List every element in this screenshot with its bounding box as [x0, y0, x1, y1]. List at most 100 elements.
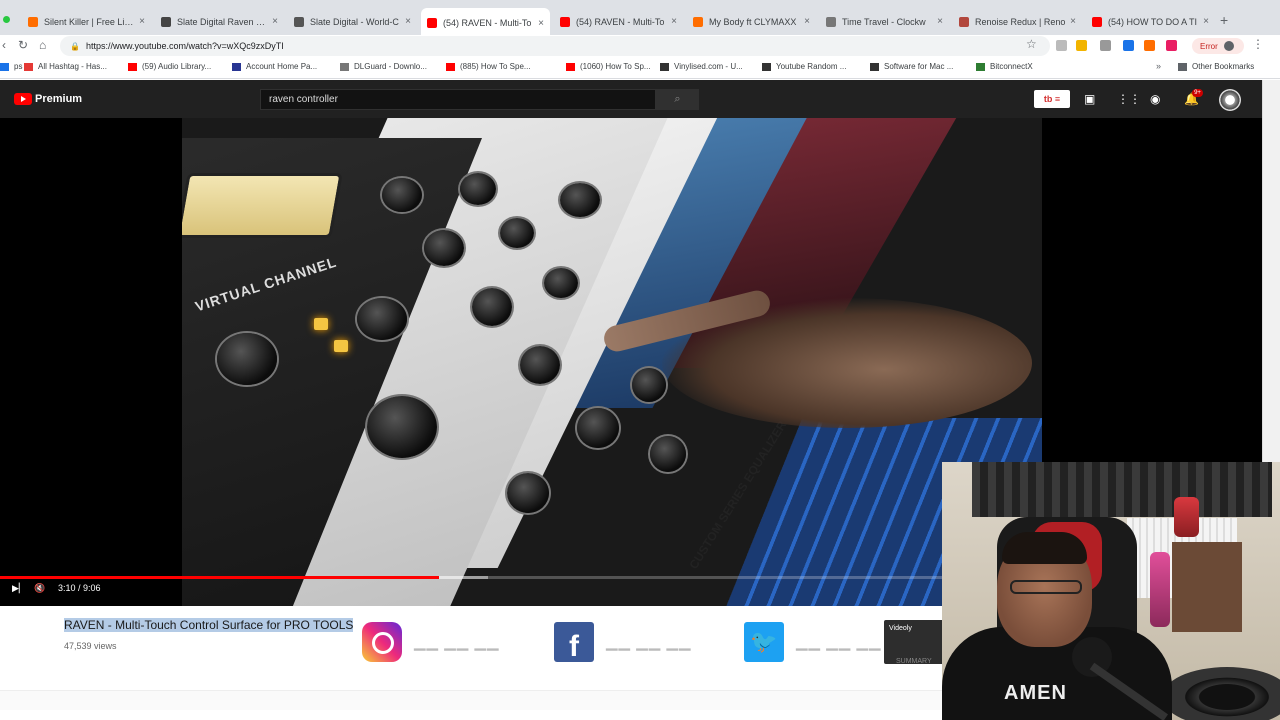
tab-close-icon[interactable]: ×	[671, 16, 677, 27]
back-icon[interactable]: ‹	[2, 38, 6, 52]
bookmark-star-icon[interactable]: ☆	[1026, 37, 1037, 51]
bookmark-item[interactable]: All Hashtag - Has...	[24, 62, 107, 71]
view-count: 47,539 views	[64, 641, 117, 651]
facebook-handle: ▁▁ ▁▁ ▁▁	[606, 634, 692, 651]
youtube-logo[interactable]: Premium	[14, 93, 82, 105]
twitter-icon: 🐦	[744, 622, 784, 662]
shelf	[1172, 542, 1242, 632]
tab-close-icon[interactable]: ×	[1203, 16, 1209, 27]
tab-close-icon[interactable]: ×	[804, 16, 810, 27]
account-avatar[interactable]	[1219, 89, 1241, 111]
knob-icon	[577, 408, 619, 448]
apps-grid-icon[interactable]: ⋮⋮	[1117, 92, 1141, 106]
other-bookmarks[interactable]: Other Bookmarks	[1178, 62, 1254, 71]
reload-icon[interactable]: ↻	[18, 38, 28, 52]
next-icon[interactable]: ▶▏	[12, 583, 26, 594]
bookmark-item[interactable]: Vinylised.com - U...	[660, 62, 743, 71]
tab-6[interactable]: Time Travel - Clockw ×	[820, 9, 949, 34]
blurred-status-strip	[0, 690, 945, 710]
tab-1[interactable]: Slate Digital Raven MTi ×	[155, 9, 284, 34]
search-value: raven controller	[269, 94, 338, 105]
mute-icon[interactable]: 🔇	[34, 583, 45, 594]
new-tab-icon[interactable]: +	[1220, 12, 1228, 28]
knob-icon	[500, 218, 534, 248]
messages-icon[interactable]: ◉	[1150, 92, 1160, 106]
tab-close-icon[interactable]: ×	[139, 16, 145, 27]
extension-icon[interactable]	[1144, 40, 1155, 51]
knob-icon	[632, 368, 666, 402]
tab-close-icon[interactable]: ×	[937, 16, 943, 27]
tab-title: Time Travel - Clockw	[842, 16, 926, 27]
led-indicator	[314, 318, 328, 330]
bookmark-label: All Hashtag - Has...	[38, 62, 107, 71]
bookmark-favicon-icon	[660, 62, 669, 71]
bookmark-item[interactable]: DLGuard - Downlo...	[340, 62, 427, 71]
tab-3[interactable]: (54) RAVEN - Multi-To ×	[421, 8, 550, 38]
tab-4[interactable]: (54) RAVEN - Multi-To ×	[554, 9, 683, 34]
videoly-widget[interactable]: Videoly SUMMARY	[884, 620, 944, 665]
tab-5[interactable]: My Body ft CLYMAXX ×	[687, 9, 816, 34]
bookmark-item[interactable]: Account Home Pa...	[232, 62, 317, 71]
vu-meter	[182, 173, 343, 238]
bookmark-favicon-icon	[762, 62, 771, 71]
bookmark-item[interactable]: (1060) How To Sp...	[566, 62, 651, 71]
menu-kebab-icon[interactable]: ⋮	[1252, 37, 1264, 51]
search-icon: ⌕	[674, 93, 681, 105]
bookmark-label: Vinylised.com - U...	[674, 62, 743, 71]
bookmark-favicon-icon	[24, 62, 33, 71]
bookmark-item[interactable]: Youtube Random ...	[762, 62, 846, 71]
bookmark-favicon-icon	[340, 62, 349, 71]
knob-icon	[560, 183, 600, 217]
tab-favicon-icon	[826, 16, 836, 27]
address-bar[interactable]: 🔒 https://www.youtube.com/watch?v=wXQc9z…	[60, 36, 1050, 56]
error-label: Error	[1200, 41, 1218, 51]
tab-favicon-icon	[1092, 16, 1102, 27]
search-input[interactable]: raven controller	[260, 89, 656, 110]
bookmark-item[interactable]: Software for Mac ...	[870, 62, 953, 71]
window-zoom-icon[interactable]	[3, 16, 10, 23]
bookmark-item[interactable]: (59) Audio Library...	[128, 62, 211, 71]
tab-7[interactable]: Renoise Redux | Reno ×	[953, 9, 1082, 34]
knob-icon	[460, 173, 496, 205]
bookmark-label: BitconnectX	[990, 62, 1033, 71]
tab-8[interactable]: (54) HOW TO DO A TI ×	[1086, 9, 1215, 34]
bookmark-label: (59) Audio Library...	[142, 62, 212, 71]
bookmark-favicon-icon	[232, 62, 241, 71]
bookmark-item[interactable]: ps	[0, 62, 22, 71]
extension-icon[interactable]	[1166, 40, 1177, 51]
tab-close-icon[interactable]: ×	[1070, 16, 1076, 27]
search-button[interactable]: ⌕	[656, 89, 699, 110]
screen: Silent Killer | Free Liste × Slate Digital…	[0, 0, 1280, 720]
bookmark-favicon-icon	[870, 62, 879, 71]
twitter-handle: ▁▁ ▁▁ ▁▁	[796, 634, 882, 651]
knob-icon	[520, 346, 560, 384]
tab-0[interactable]: Silent Killer | Free Liste ×	[22, 9, 151, 34]
blender	[1174, 497, 1199, 537]
bookmark-item[interactable]: (885) How To Spe...	[446, 62, 531, 71]
url-text: https://www.youtube.com/watch?v=wXQc9zxD…	[85, 41, 284, 51]
tab-close-icon[interactable]: ×	[538, 18, 544, 29]
tubebuddy-button[interactable]: tb ≡	[1034, 90, 1070, 108]
extension-icon[interactable]	[1056, 40, 1067, 51]
tab-title: (54) RAVEN - Multi-To	[443, 18, 532, 28]
bookmark-item[interactable]: BitconnectX	[976, 62, 1033, 71]
extension-icon[interactable]	[1123, 40, 1134, 51]
extension-icon[interactable]	[1076, 40, 1087, 51]
instagram-icon	[362, 622, 402, 662]
upload-video-icon[interactable]: ▣	[1084, 92, 1095, 106]
tab-favicon-icon	[693, 16, 703, 27]
tab-2[interactable]: Slate Digital - World-C ×	[288, 9, 417, 34]
tab-close-icon[interactable]: ×	[272, 16, 278, 27]
tab-title: Silent Killer | Free Liste	[44, 16, 136, 27]
profile-error-button[interactable]: Error	[1192, 38, 1244, 54]
tab-title: (54) HOW TO DO A TI	[1108, 16, 1198, 27]
webcam-overlay: AMEN	[942, 462, 1280, 720]
glasses	[1010, 580, 1082, 594]
bookmarks-overflow-icon[interactable]: »	[1156, 61, 1161, 71]
home-icon[interactable]: ⌂	[39, 38, 46, 52]
knob-icon	[217, 333, 277, 385]
knob-icon	[424, 230, 464, 266]
tab-close-icon[interactable]: ×	[405, 16, 411, 27]
camera-extension-icon[interactable]	[1100, 40, 1111, 51]
tab-title: (54) RAVEN - Multi-To	[576, 16, 665, 27]
